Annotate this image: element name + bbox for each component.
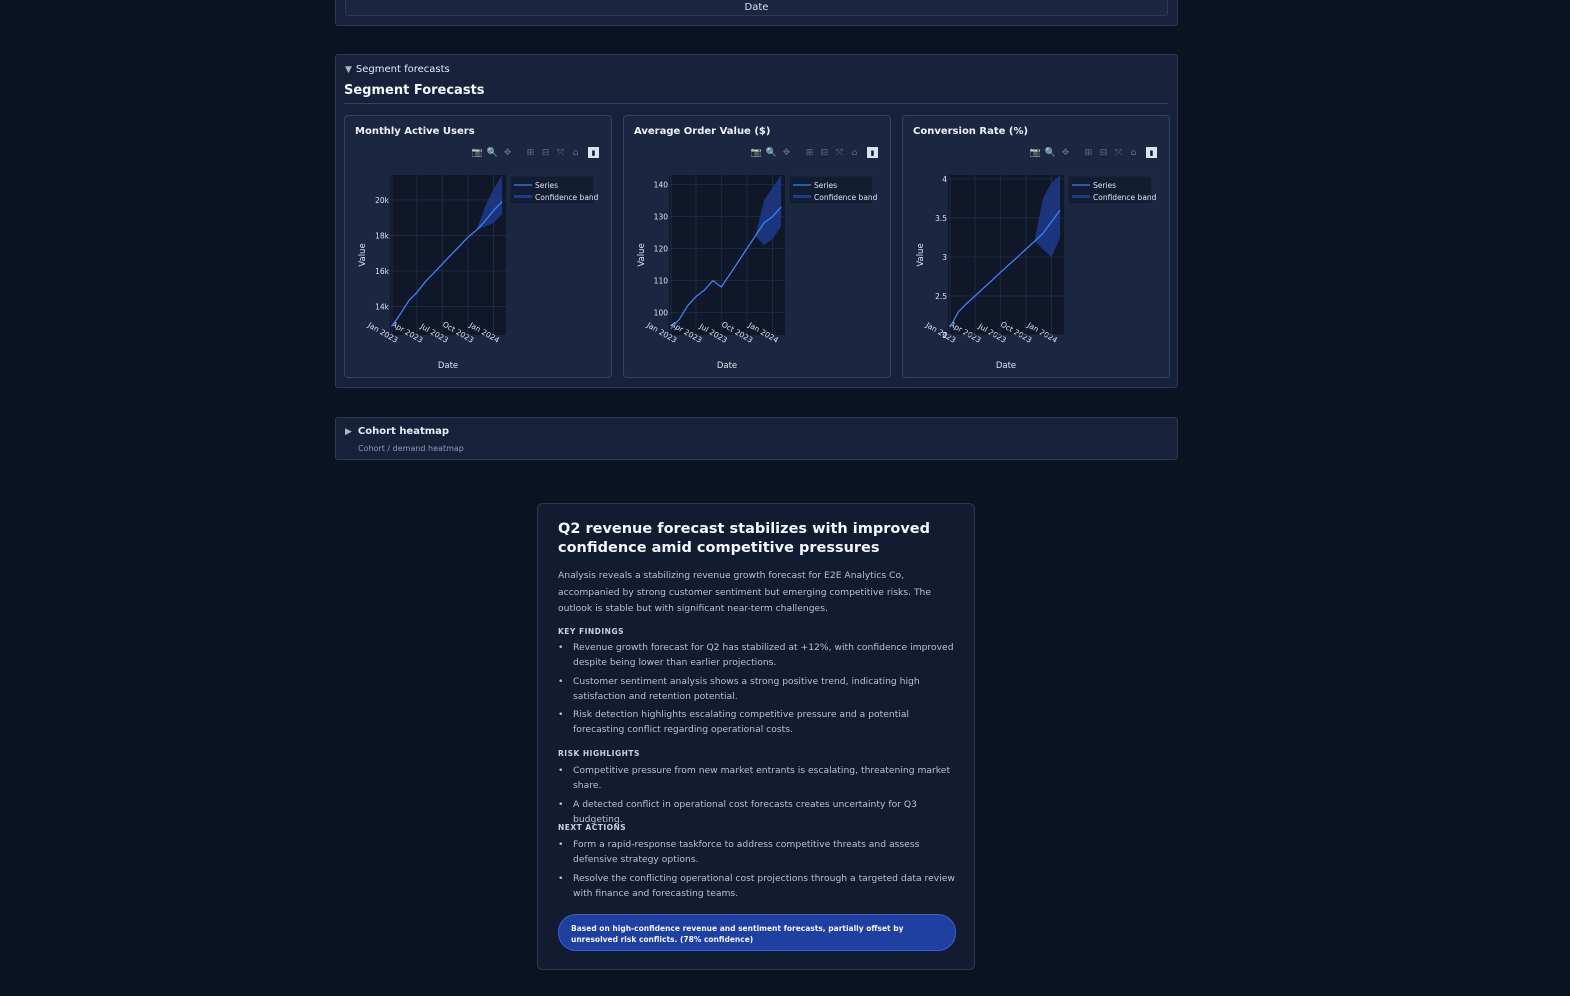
- summary-intro: Analysis reveals a stabilizing revenue g…: [558, 570, 932, 614]
- risk-highlights-heading: RISK HIGHLIGHTS: [558, 749, 640, 758]
- y-tick-label: 20k: [375, 196, 390, 205]
- pan-icon[interactable]: ✥: [501, 146, 514, 159]
- y-tick-label: 16k: [375, 267, 390, 276]
- zoom-in-icon[interactable]: ⊞: [803, 146, 816, 159]
- y-tick-label: 120: [654, 245, 669, 254]
- risk-highlights-list: Competitive pressure from new market ent…: [558, 763, 956, 830]
- x-axis-title: Date: [996, 361, 1016, 371]
- legend-series-label: Series: [1093, 181, 1116, 190]
- next-actions-heading: NEXT ACTIONS: [558, 823, 627, 832]
- expanded-triangle-icon: ▼: [345, 64, 352, 75]
- segment-forecasts-heading: Segment Forecasts: [344, 83, 1168, 104]
- summary-title: Q2 revenue forecast stabilizes with impr…: [558, 521, 931, 556]
- cohort-heatmap-toggle[interactable]: ▶ Cohort heatmap: [345, 426, 449, 437]
- reset-axes-icon[interactable]: ⌂: [848, 146, 861, 159]
- chart-title: Average Order Value ($): [634, 126, 771, 137]
- y-tick-label: 3.5: [935, 214, 947, 223]
- next-actions-list: Form a rapid-response taskforce to addre…: [558, 837, 956, 904]
- autoscale-icon[interactable]: ⤧: [1112, 146, 1125, 159]
- chart-card-conversion-rate: Jan 2023 Apr 2023 Jul 2023 Oct 2023 Jan 2024…: [902, 115, 1170, 378]
- cohort-heatmap-panel: ▶ Cohort heatmap Cohort / demand heatmap: [335, 417, 1178, 460]
- y-tick-label: 2: [942, 331, 947, 340]
- pan-icon[interactable]: ✥: [1059, 146, 1072, 159]
- legend-series-label: Series: [814, 181, 837, 190]
- plotly-logo-icon[interactable]: ▮: [1146, 147, 1157, 158]
- zoom-out-icon[interactable]: ⊟: [818, 146, 831, 159]
- segment-forecasts-panel: ▼ Segment forecasts Segment Forecasts Ja…: [335, 54, 1178, 388]
- list-item: Competitive pressure from new market ent…: [558, 763, 956, 793]
- plot-area: [390, 175, 506, 335]
- confidence-badge: Based on high-confidence revenue and sen…: [558, 914, 956, 951]
- legend-series-label: Series: [535, 181, 558, 190]
- plotly-logo-icon[interactable]: ▮: [588, 147, 599, 158]
- autoscale-icon[interactable]: ⤧: [554, 146, 567, 159]
- legend-band-swatch: [514, 195, 532, 198]
- list-item: Revenue growth forecast for Q2 has stabi…: [558, 640, 956, 670]
- chart-card-average-order-value: Jan 2023 Apr 2023 Jul 2023 Oct 2023 Jan 2024…: [623, 115, 891, 378]
- list-item: Resolve the conflicting operational cost…: [558, 871, 956, 901]
- pan-icon[interactable]: ✥: [780, 146, 793, 159]
- collapsed-triangle-icon: ▶: [345, 426, 352, 437]
- zoom-in-icon[interactable]: ⊞: [524, 146, 537, 159]
- cohort-heatmap-subtitle: Cohort / demand heatmap: [358, 444, 464, 453]
- list-item: Risk detection highlights escalating com…: [558, 707, 956, 737]
- key-findings-heading: KEY FINDINGS: [558, 627, 625, 636]
- y-tick-label: 14k: [375, 303, 390, 312]
- reset-axes-icon[interactable]: ⌂: [1127, 146, 1140, 159]
- y-tick-label: 4: [942, 175, 947, 184]
- zoom-in-icon[interactable]: ⊞: [1082, 146, 1095, 159]
- list-item: Customer sentiment analysis shows a stro…: [558, 674, 956, 704]
- autoscale-icon[interactable]: ⤧: [833, 146, 846, 159]
- camera-icon[interactable]: 📷: [471, 146, 484, 159]
- chart-card-monthly-active-users: Jan 2023 Apr 2023 Jul 2023 Oct 2023 Jan 2024…: [344, 115, 612, 378]
- x-axis-title: Date: [717, 361, 737, 371]
- reset-axes-icon[interactable]: ⌂: [569, 146, 582, 159]
- zoom-icon[interactable]: 🔍: [486, 146, 499, 159]
- zoom-out-icon[interactable]: ⊟: [1097, 146, 1110, 159]
- list-item: Form a rapid-response taskforce to addre…: [558, 837, 956, 867]
- y-tick-label: 130: [654, 213, 669, 222]
- segment-forecasts-summary-label: Segment forecasts: [355, 64, 450, 75]
- y-axis-title: Value: [637, 243, 647, 266]
- y-tick-label: 140: [654, 181, 669, 190]
- y-axis-title: Value: [916, 243, 926, 266]
- y-tick-label: 3: [942, 253, 947, 262]
- revenue-forecast-panel: Date: [335, 0, 1178, 26]
- chart-title: Monthly Active Users: [355, 126, 475, 137]
- legend-band-swatch: [793, 195, 811, 198]
- zoom-out-icon[interactable]: ⊟: [539, 146, 552, 159]
- zoom-icon[interactable]: 🔍: [1044, 146, 1057, 159]
- x-axis-title: Date: [438, 361, 458, 371]
- chart-modebar: 📷 🔍 ✥ ⊞ ⊟ ⤧ ⌂ ▮: [1029, 146, 1157, 159]
- y-tick-label: 110: [654, 277, 669, 286]
- y-axis-title: Value: [358, 243, 368, 266]
- revenue-chart-card: Date: [345, 0, 1168, 16]
- y-tick-label: 18k: [375, 231, 390, 240]
- executive-summary-card: Q2 revenue forecast stabilizes with impr…: [537, 503, 975, 970]
- legend-band-label: Confidence band: [535, 193, 599, 202]
- list-item: A detected conflict in operational cost …: [558, 797, 956, 827]
- legend-band-label: Confidence band: [814, 193, 878, 202]
- plotly-logo-icon[interactable]: ▮: [867, 147, 878, 158]
- legend-band-swatch: [1072, 195, 1090, 198]
- legend-band-label: Confidence band: [1093, 193, 1157, 202]
- zoom-icon[interactable]: 🔍: [765, 146, 778, 159]
- chart-title: Conversion Rate (%): [913, 126, 1029, 137]
- cohort-heatmap-title: Cohort heatmap: [357, 426, 450, 437]
- chart-modebar: 📷 🔍 ✥ ⊞ ⊟ ⤧ ⌂ ▮: [750, 146, 878, 159]
- y-tick-label: 100: [654, 309, 669, 318]
- segment-forecasts-toggle[interactable]: ▼ Segment forecasts: [345, 64, 450, 75]
- y-tick-label: 2.5: [935, 292, 947, 301]
- key-findings-list: Revenue growth forecast for Q2 has stabi…: [558, 640, 956, 741]
- x-axis-title: Date: [744, 2, 769, 13]
- camera-icon[interactable]: 📷: [750, 146, 763, 159]
- camera-icon[interactable]: 📷: [1029, 146, 1042, 159]
- chart-modebar: 📷 🔍 ✥ ⊞ ⊟ ⤧ ⌂ ▮: [471, 146, 599, 159]
